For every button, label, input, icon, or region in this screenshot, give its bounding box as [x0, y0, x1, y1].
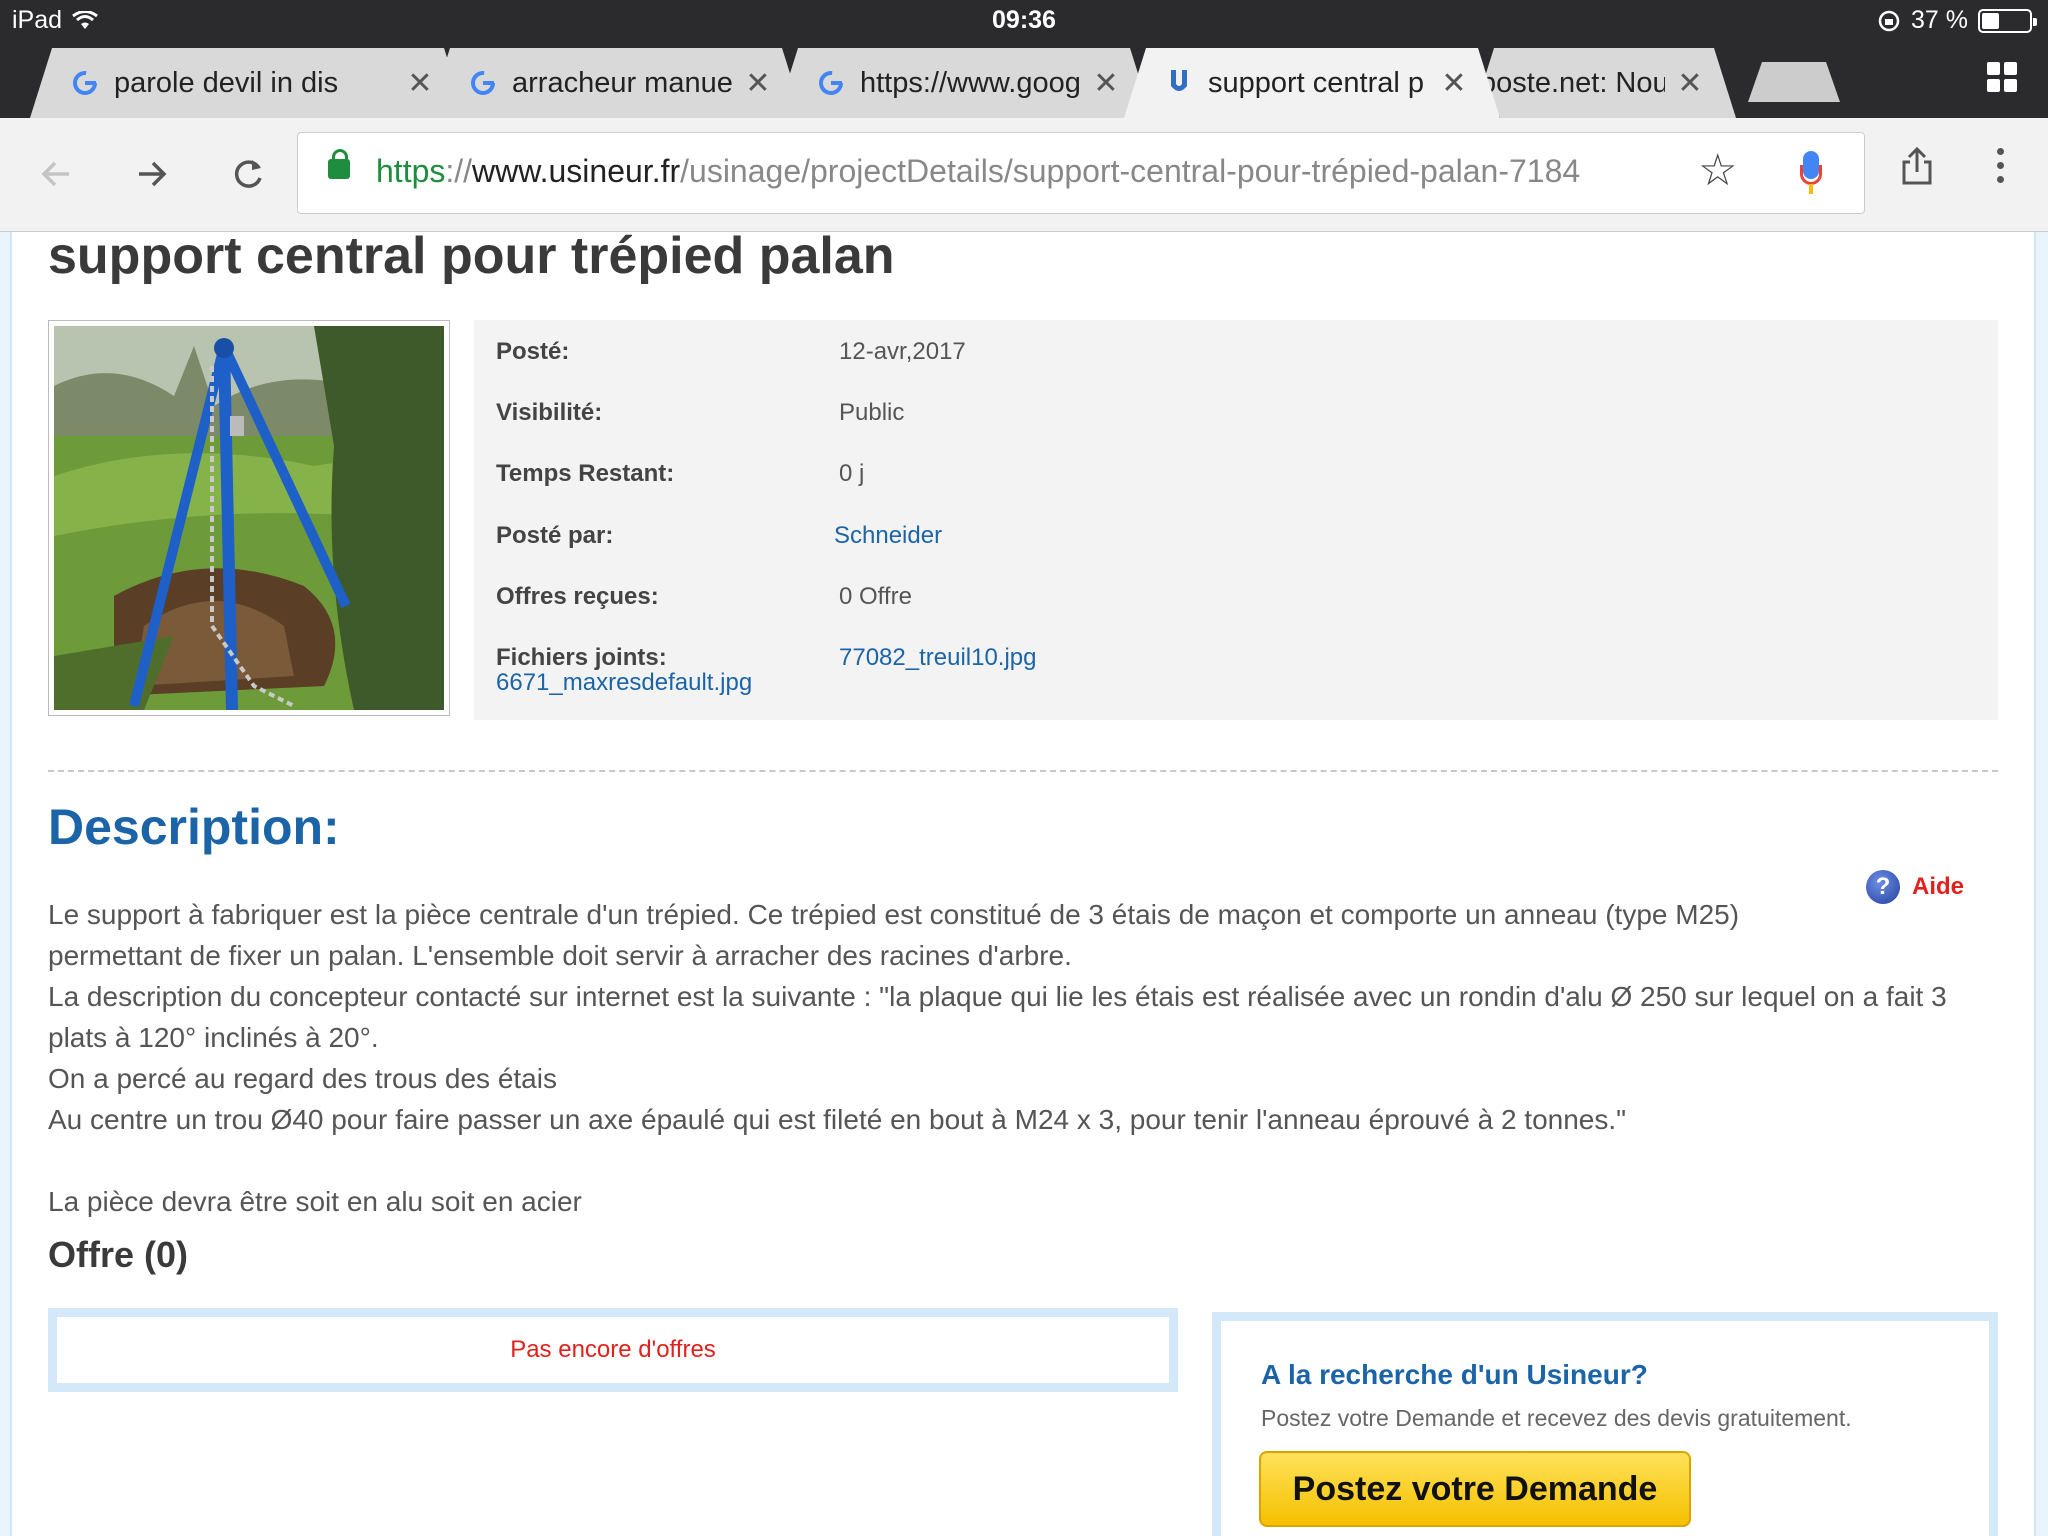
posted-by-label: Posté par: — [496, 522, 614, 549]
overflow-menu-icon[interactable] — [1990, 148, 2010, 183]
tab-5[interactable]: poste.net: Nouv ✕ — [1472, 48, 1736, 118]
microphone-icon[interactable] — [1800, 151, 1822, 195]
browser-toolbar: https://www.usineur.fr/usinage/projectDe… — [0, 118, 2048, 232]
tab-1[interactable]: parole devil in dis ✕ — [30, 48, 466, 118]
posted-label: Posté: — [496, 338, 570, 365]
close-tab-icon[interactable]: ✕ — [1675, 66, 1705, 101]
address-bar[interactable]: https://www.usineur.fr/usinage/projectDe… — [297, 132, 1865, 214]
offers-count: 0 Offre — [839, 583, 912, 610]
visibility-value: Public — [839, 399, 905, 426]
offers-label: Offres reçues: — [496, 583, 659, 610]
time-left-label: Temps Restant: — [496, 460, 675, 487]
post-request-button[interactable]: Postez votre Demande — [1259, 1451, 1691, 1527]
tab-title: poste.net: Nouv — [1480, 66, 1665, 99]
description-text: Le support à fabriquer est la pièce cent… — [48, 899, 1947, 1217]
url-text[interactable]: https://www.usineur.fr/usinage/projectDe… — [376, 153, 1580, 190]
new-tab-button[interactable] — [1748, 62, 1840, 102]
usineur-icon — [1164, 68, 1194, 98]
attached-file-link[interactable]: 6671_maxresdefault.jpg — [496, 669, 752, 697]
close-tab-icon[interactable]: ✕ — [1091, 66, 1121, 101]
web-page: support central pour trépied palan Posté… — [0, 232, 2048, 1536]
google-icon — [468, 68, 498, 98]
promo-subtitle: Postez votre Demande et recevez des devi… — [1261, 1405, 1852, 1431]
page-title: support central pour trépied palan — [48, 232, 895, 285]
rotation-lock-icon — [1878, 10, 1900, 31]
project-photo[interactable] — [48, 320, 450, 716]
files-label: Fichiers joints: — [496, 644, 667, 671]
battery-icon — [1978, 8, 2037, 33]
close-tab-icon[interactable]: ✕ — [1439, 66, 1469, 101]
post-request-panel: A la recherche d'un Usineur? Postez votr… — [1212, 1312, 1998, 1536]
description-heading: Description: — [48, 799, 340, 855]
bookmark-star-icon[interactable]: ☆ — [1698, 145, 1737, 196]
clock: 09:36 — [992, 6, 1056, 34]
status-bar: iPad 09:36 37 % — [0, 0, 2048, 42]
promo-title: A la recherche d'un Usineur? — [1261, 1359, 1648, 1390]
tab-switcher-icon[interactable] — [1987, 62, 2017, 92]
close-tab-icon[interactable]: ✕ — [405, 66, 435, 101]
tab-strip: parole devil in dis ✕ arracheur manuel ✕… — [0, 42, 2048, 118]
forward-arrow-icon[interactable] — [124, 146, 180, 202]
visibility-label: Visibilité: — [496, 399, 603, 426]
tab-title: support central p — [1208, 66, 1425, 99]
project-details: Posté: 12-avr,2017 Visibilité: Public Te… — [474, 320, 1998, 720]
tripod-image — [54, 326, 444, 710]
tab-title: parole devil in dis — [114, 66, 339, 99]
share-icon[interactable] — [1900, 146, 1934, 195]
close-tab-icon[interactable]: ✕ — [743, 66, 773, 101]
tab-title: https://www.goog — [860, 66, 1081, 99]
lock-icon — [328, 149, 350, 179]
tab-title: arracheur manuel — [512, 66, 733, 99]
no-offers-text: Pas encore d'offres — [510, 1336, 716, 1363]
google-icon — [816, 68, 846, 98]
google-icon — [70, 68, 100, 98]
battery-percent: 37 % — [1911, 6, 1968, 34]
section-divider — [48, 770, 1998, 772]
tab-active[interactable]: support central p ✕ — [1124, 48, 1500, 118]
posted-date: 12-avr,2017 — [839, 338, 966, 365]
tab-2[interactable]: arracheur manuel ✕ — [428, 48, 804, 118]
time-left-value: 0 j — [839, 460, 865, 487]
tab-3[interactable]: https://www.goog ✕ — [776, 48, 1152, 118]
offers-heading: Offre (0) — [48, 1234, 189, 1275]
attached-file-link[interactable]: 77082_treuil10.jpg — [839, 644, 1037, 672]
posted-by-link[interactable]: Schneider — [834, 522, 942, 550]
no-offers-box: Pas encore d'offres — [48, 1308, 1178, 1392]
back-arrow-icon[interactable] — [28, 146, 84, 202]
reload-icon[interactable] — [220, 146, 276, 202]
